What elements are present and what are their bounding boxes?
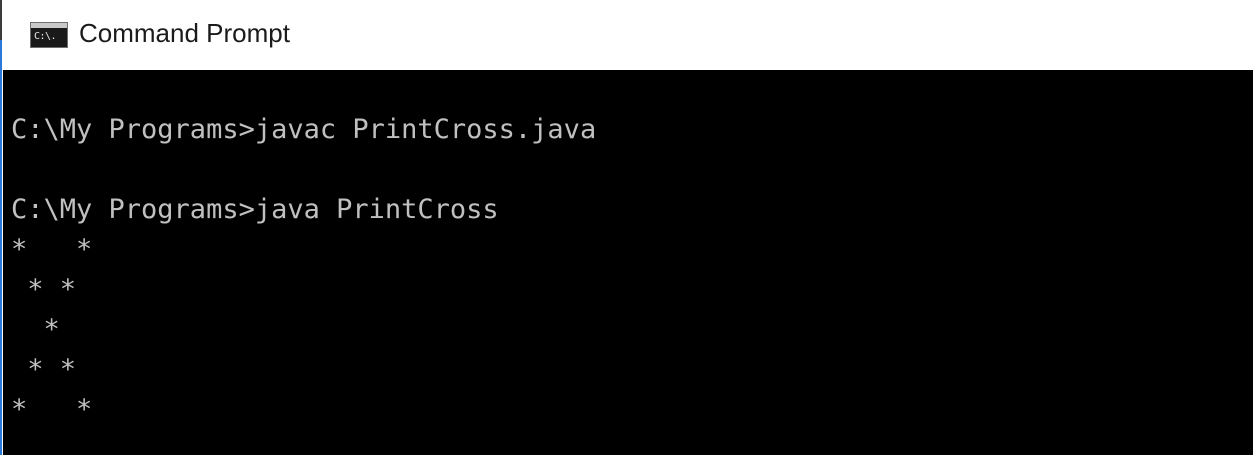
console-line: * <box>11 314 60 345</box>
console-line: C:\My Programs>java PrintCross <box>11 194 499 225</box>
window-title: Command Prompt <box>79 17 290 48</box>
title-bar[interactable]: C:\. Command Prompt <box>3 0 1253 70</box>
console-line: * * <box>11 274 77 305</box>
cmd-icon[interactable]: C:\. <box>30 22 68 48</box>
console-line: * * <box>11 394 93 425</box>
command-prompt-window: C:\. Command Prompt C:\My Programs>javac… <box>0 0 1253 455</box>
cmd-icon-text: C:\. <box>34 31 57 42</box>
console-line: * * <box>11 354 77 385</box>
console-line: * * <box>11 234 93 265</box>
console-lines: C:\My Programs>javac PrintCross.java C:\… <box>11 110 596 430</box>
edge-accent <box>0 40 2 455</box>
edge-line <box>0 0 2 40</box>
console-line: C:\My Programs>javac PrintCross.java <box>11 114 597 145</box>
console-output-area[interactable]: C:\My Programs>javac PrintCross.java C:\… <box>3 70 1253 455</box>
